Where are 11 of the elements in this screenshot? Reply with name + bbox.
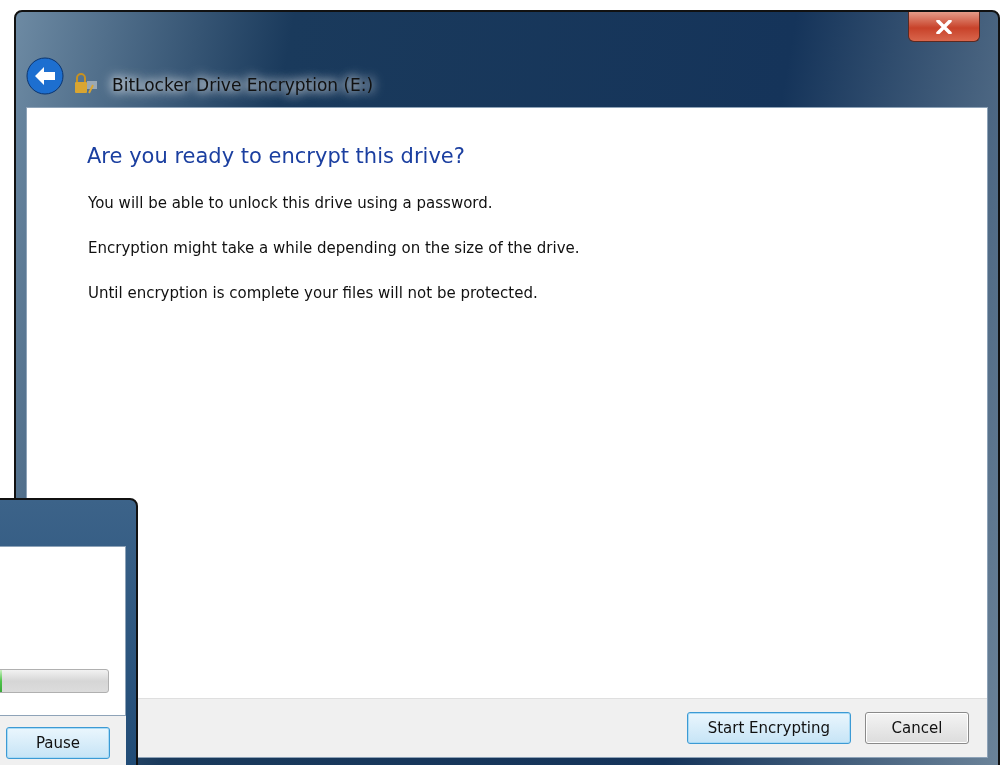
info-text: Until encryption is complete your files will not be protected.: [88, 284, 539, 302]
close-icon: [936, 19, 952, 34]
padlock-key-icon: [74, 73, 98, 95]
pause-button[interactable]: Pause: [6, 727, 110, 759]
info-text: You will be able to unlock this drive using a password.: [88, 194, 494, 212]
info-text: Encryption might take a while depending on the size of the drive.: [88, 239, 581, 257]
close-button[interactable]: [908, 12, 980, 42]
window-title: BitLocker Drive Encryption (E:): [112, 75, 374, 95]
cancel-button[interactable]: Cancel: [865, 712, 969, 744]
dialog-heading: Are you ready to encrypt this drive?: [87, 144, 466, 168]
start-encrypting-button[interactable]: Start Encrypting: [686, 712, 851, 744]
